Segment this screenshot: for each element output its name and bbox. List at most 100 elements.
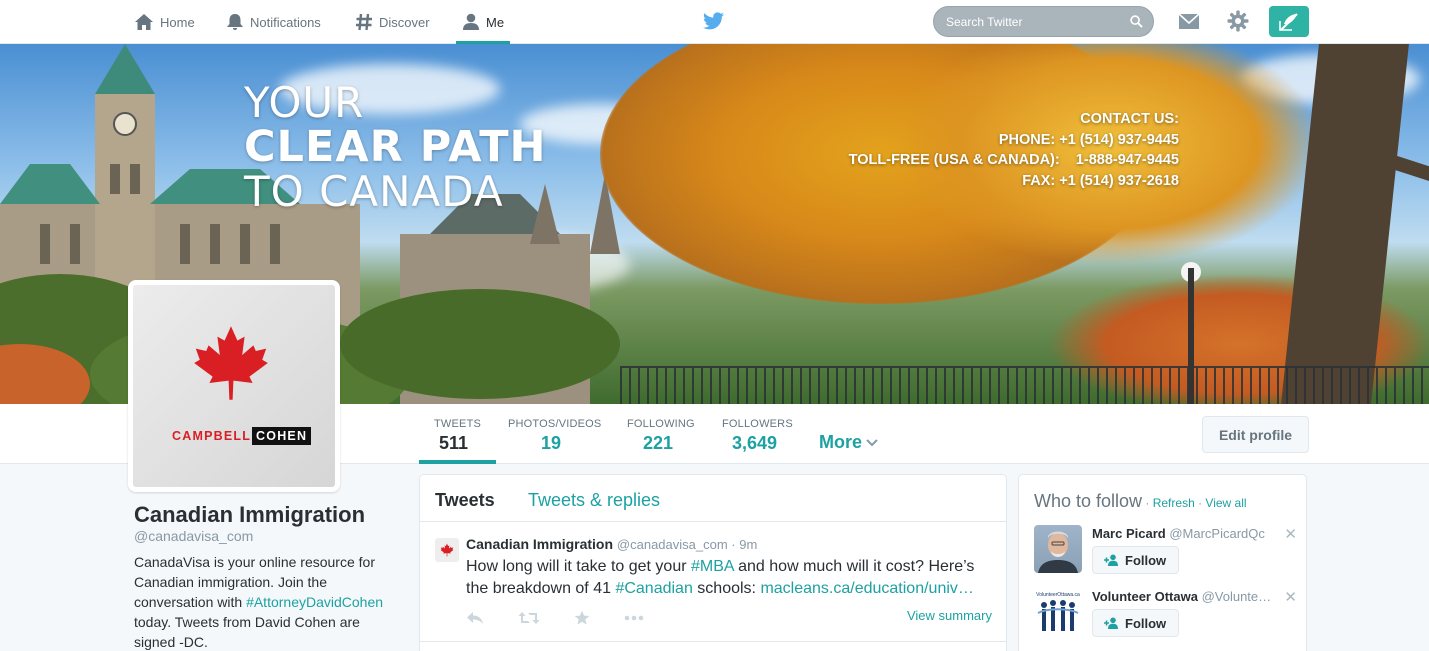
- banner-headline-line-2: CLEAR PATH: [244, 122, 547, 172]
- banner-contact-block: CONTACT US: PHONE: +1 (514) 937-9445 TOL…: [849, 109, 1179, 191]
- nav-notifications-label: Notifications: [250, 14, 321, 30]
- suggested-user-info: Volunteer Ottawa @Volunte…: [1092, 589, 1271, 604]
- stat-tweets[interactable]: TWEETS 511: [418, 404, 497, 464]
- follow-button[interactable]: Follow: [1092, 609, 1180, 637]
- timeline-tabs: Tweets Tweets & replies: [420, 475, 1006, 522]
- stat-followers-label: FOLLOWERS: [722, 418, 793, 430]
- suggested-user-handle[interactable]: @MarcPicardQc: [1169, 526, 1265, 541]
- stat-photos-videos[interactable]: PHOTOS/VIDEOS 19: [508, 404, 601, 464]
- stat-followers[interactable]: FOLLOWERS 3,649: [722, 404, 793, 464]
- logo-text-campbell: CAMPBELL: [172, 429, 252, 443]
- profile-handle: @canadavisa_com: [134, 528, 254, 544]
- tab-tweets-replies[interactable]: Tweets & replies: [528, 490, 660, 511]
- banner-headline-line-3: TO CANADA: [244, 167, 504, 216]
- nav-discover[interactable]: Discover: [355, 0, 430, 44]
- search-icon[interactable]: [1130, 15, 1143, 28]
- timeline-panel: Tweets Tweets & replies Canadian Immigra…: [419, 474, 1007, 651]
- contact-fax: FAX: +1 (514) 937-2618: [1022, 172, 1179, 189]
- tweet-item[interactable]: Canadian Immigration @canadavisa_com · 9…: [420, 522, 1006, 642]
- maple-leaf-icon: [194, 326, 268, 400]
- tweet-author-handle[interactable]: @canadavisa_com: [617, 537, 728, 552]
- tweet-hashtag-canadian[interactable]: #Canadian: [615, 580, 692, 597]
- suggested-user-name[interactable]: Volunteer Ottawa: [1092, 589, 1198, 604]
- profile-avatar[interactable]: CAMPBELL COHEN: [128, 280, 340, 492]
- hashtag-icon: [356, 13, 372, 31]
- favorite-star-icon[interactable]: [574, 610, 590, 626]
- tweet-text-part-1: How long will it take to get your: [466, 558, 691, 575]
- suggested-user-marc-picard: Marc Picard @MarcPicardQc ✕ Follow: [1034, 525, 1299, 581]
- search-box[interactable]: [933, 6, 1154, 37]
- suggested-user-info: Marc Picard @MarcPicardQc: [1092, 526, 1265, 541]
- follow-button-label: Follow: [1125, 615, 1167, 631]
- follow-button[interactable]: Follow: [1092, 546, 1180, 574]
- edit-profile-button[interactable]: Edit profile: [1202, 416, 1309, 453]
- tweet-hashtag-mba[interactable]: #MBA: [691, 558, 734, 575]
- suggested-user-handle[interactable]: @Volunte…: [1202, 589, 1272, 604]
- compose-quill-icon: [1279, 12, 1298, 31]
- banner-headline: YOUR CLEAR PATH TO CANADA: [244, 82, 547, 213]
- tweet-actions: [466, 610, 644, 626]
- tweet-timestamp[interactable]: · 9m: [728, 537, 757, 552]
- stat-photos-videos-label: PHOTOS/VIDEOS: [508, 418, 602, 430]
- header-separator: ·: [1194, 496, 1206, 510]
- dismiss-close-icon[interactable]: ✕: [1284, 588, 1297, 606]
- who-to-follow-panel: Who to follow · Refresh · View all Marc …: [1018, 474, 1307, 651]
- volunteer-ottawa-logo-text: VolunteerOttawa.ca: [1036, 592, 1080, 598]
- suggested-user-name[interactable]: Marc Picard: [1092, 526, 1166, 541]
- tab-tweets[interactable]: Tweets: [435, 490, 495, 511]
- view-all-link[interactable]: View all: [1205, 496, 1246, 510]
- contact-tollfree: TOLL-FREE (USA & CANADA): 1-888-947-9445: [848, 152, 1179, 168]
- search-input[interactable]: [946, 14, 1126, 29]
- person-icon: [463, 13, 479, 30]
- retweet-icon[interactable]: [518, 611, 540, 625]
- contact-phone: PHONE: +1 (514) 937-9445: [998, 131, 1179, 148]
- view-summary-link[interactable]: View summary: [907, 608, 992, 623]
- stat-tweets-value: 511: [439, 433, 469, 453]
- stat-following[interactable]: FOLLOWING 221: [627, 404, 695, 464]
- refresh-link[interactable]: Refresh: [1153, 496, 1195, 510]
- tweet-author-avatar[interactable]: [435, 538, 459, 562]
- tweet-text-part-3: schools:: [692, 580, 761, 597]
- profile-name: Canadian Immigration: [134, 502, 366, 527]
- campbell-cohen-logo: CAMPBELL COHEN: [171, 427, 312, 445]
- follow-person-plus-icon: [1104, 617, 1118, 629]
- tweet-author-name[interactable]: Canadian Immigration: [466, 536, 613, 552]
- nav-notifications[interactable]: Notifications: [226, 0, 321, 44]
- profile-bio: CanadaVisa is your online resource for C…: [134, 552, 404, 651]
- dismiss-close-icon[interactable]: ✕: [1284, 525, 1297, 543]
- top-navigation-bar: Home Notifications Discover Me: [0, 0, 1429, 44]
- user-avatar[interactable]: [1034, 525, 1082, 573]
- follow-button-label: Follow: [1125, 552, 1167, 568]
- compose-tweet-button[interactable]: [1269, 6, 1309, 37]
- nav-home-label: Home: [160, 14, 195, 30]
- follow-person-plus-icon: [1104, 554, 1118, 566]
- stat-following-label: FOLLOWING: [627, 418, 695, 430]
- settings-gear-icon[interactable]: [1227, 10, 1249, 32]
- nav-discover-label: Discover: [379, 14, 430, 30]
- bio-hashtag-link[interactable]: #AttorneyDavidCohen: [246, 594, 383, 610]
- stat-followers-value: 3,649: [732, 433, 778, 453]
- maple-leaf-icon: [440, 543, 454, 557]
- contact-title: CONTACT US:: [1080, 111, 1179, 127]
- header-separator: ·: [1142, 496, 1153, 510]
- bell-icon: [227, 14, 243, 30]
- messages-envelope-icon[interactable]: [1178, 12, 1200, 30]
- suggested-user-volunteer-ottawa: VolunteerOttawa.ca Volunteer Ottawa @Vol…: [1034, 588, 1299, 644]
- bio-text-2: today. Tweets from David Cohen are signe…: [134, 614, 360, 650]
- twitter-bird-icon[interactable]: [703, 12, 724, 30]
- stat-following-value: 221: [643, 433, 674, 453]
- nav-me-label: Me: [486, 14, 505, 30]
- nav-home[interactable]: Home: [134, 0, 195, 44]
- more-options-icon[interactable]: [624, 615, 644, 621]
- user-avatar[interactable]: VolunteerOttawa.ca: [1034, 588, 1082, 636]
- chevron-down-icon: [866, 438, 878, 446]
- home-icon: [135, 14, 153, 30]
- tweet-header: Canadian Immigration @canadavisa_com · 9…: [466, 536, 757, 552]
- more-menu-button[interactable]: More: [819, 432, 878, 453]
- more-label: More: [819, 432, 863, 452]
- nav-me[interactable]: Me: [455, 0, 511, 44]
- who-to-follow-header: Who to follow · Refresh · View all: [1034, 491, 1247, 512]
- tweet-text: How long will it take to get your #MBA a…: [466, 556, 996, 600]
- tweet-url-link[interactable]: macleans.ca/education/univ…: [760, 580, 973, 597]
- reply-icon[interactable]: [466, 611, 484, 625]
